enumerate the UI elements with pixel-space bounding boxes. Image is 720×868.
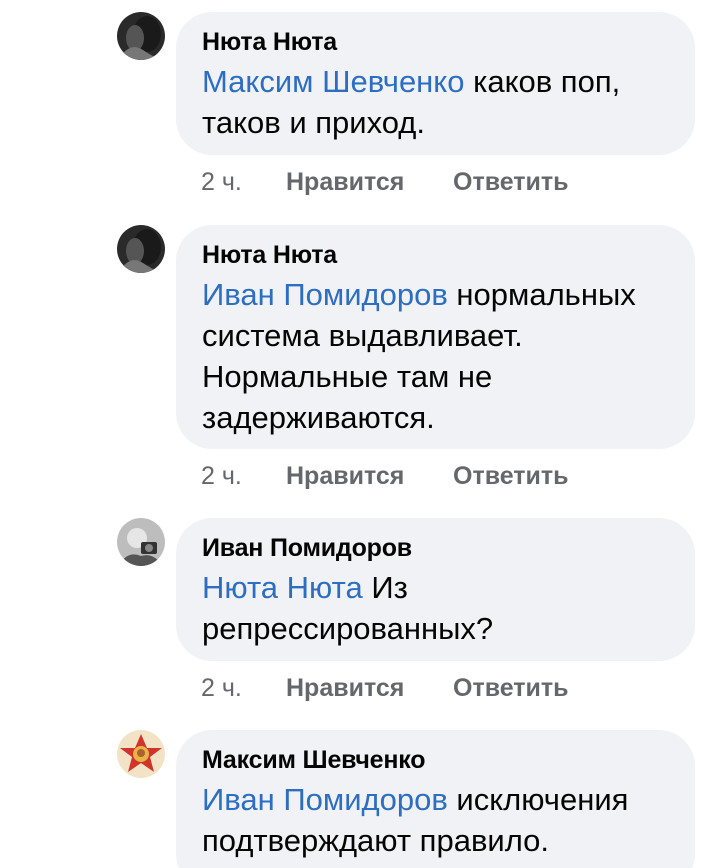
comment-text: Иван Помидоров нормальных система выдавл… xyxy=(202,274,669,438)
avatar[interactable] xyxy=(117,225,165,273)
comment-bubble: Максим Шевченко Иван Помидоров исключени… xyxy=(176,730,695,868)
comment-timestamp[interactable]: 2 ч. xyxy=(201,461,242,491)
profile-photo-camera xyxy=(117,518,165,566)
comment-timestamp[interactable]: 2 ч. xyxy=(201,167,242,197)
avatar[interactable] xyxy=(117,12,165,60)
avatar[interactable] xyxy=(117,518,165,566)
reply-button[interactable]: Ответить xyxy=(453,673,569,703)
mention-link[interactable]: Иван Помидоров xyxy=(202,782,448,817)
comment-bubble: Нюта Нюта Максим Шевченко каков поп, так… xyxy=(176,12,695,155)
comment-author[interactable]: Нюта Нюта xyxy=(202,240,669,270)
comment-author[interactable]: Максим Шевченко xyxy=(202,745,669,775)
mention-link[interactable]: Максим Шевченко xyxy=(202,64,464,99)
mention-link[interactable]: Иван Помидоров xyxy=(202,277,448,312)
comment-timestamp[interactable]: 2 ч. xyxy=(201,673,242,703)
like-button[interactable]: Нравится xyxy=(286,673,404,703)
comment-author[interactable]: Нюта Нюта xyxy=(202,27,669,57)
profile-photo-dark xyxy=(117,12,165,60)
reply-button[interactable]: Ответить xyxy=(453,167,569,197)
comment-bubble: Иван Помидоров Нюта Нюта Из репрессирова… xyxy=(176,518,695,661)
reply-button[interactable]: Ответить xyxy=(453,461,569,491)
avatar[interactable] xyxy=(117,730,165,778)
comment-bubble: Нюта Нюта Иван Помидоров нормальных сист… xyxy=(176,225,695,449)
mention-link[interactable]: Нюта Нюта xyxy=(202,570,363,605)
profile-photo-badge xyxy=(117,730,165,778)
like-button[interactable]: Нравится xyxy=(286,461,404,491)
comment-text: Максим Шевченко каков поп, таков и прихо… xyxy=(202,61,669,143)
like-button[interactable]: Нравится xyxy=(286,167,404,197)
comment-text: Нюта Нюта Из репрессированных? xyxy=(202,567,669,649)
comment-text: Иван Помидоров исключения подтверждают п… xyxy=(202,779,669,861)
profile-photo-dark xyxy=(117,225,165,273)
comment-author[interactable]: Иван Помидоров xyxy=(202,533,669,563)
